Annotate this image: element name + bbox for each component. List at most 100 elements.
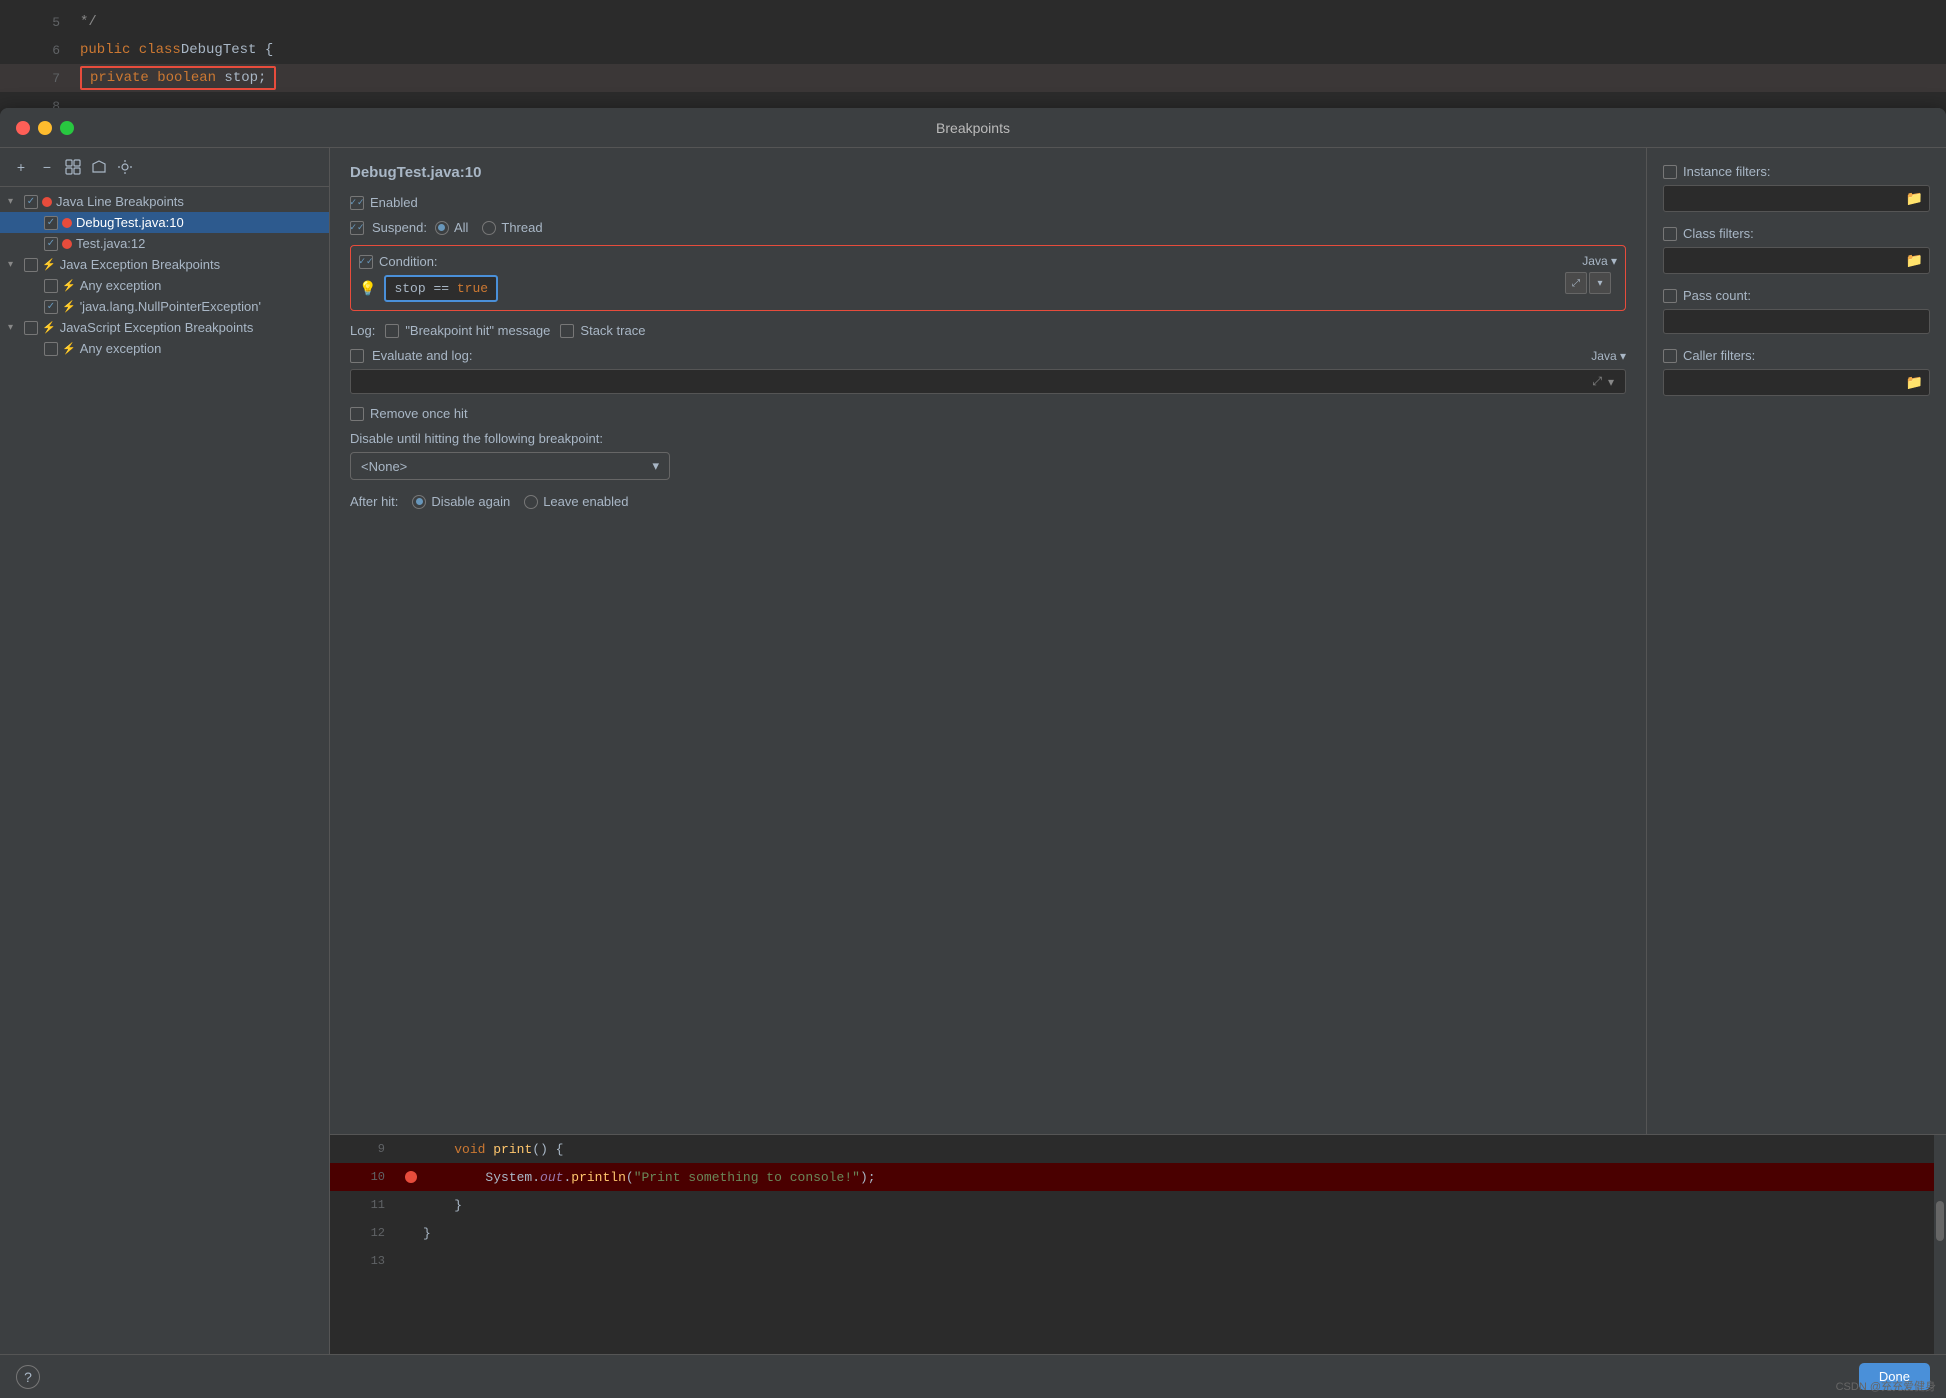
settings-button[interactable] (114, 156, 136, 178)
after-disable-label[interactable]: Disable again (412, 494, 510, 509)
test-12-checkbox[interactable]: ✓ (44, 237, 58, 251)
condition-input-row: 💡 stop == true ⤢ ▾ (359, 275, 1617, 302)
any-exception-js-item[interactable]: ⚡ Any exception (0, 338, 329, 359)
eval-checkbox[interactable] (350, 349, 364, 363)
group-breakpoints-button[interactable] (62, 156, 84, 178)
any-exception-js-checkbox[interactable] (44, 342, 58, 356)
remove-once-row: Remove once hit (350, 406, 1626, 421)
log-message-check[interactable]: "Breakpoint hit" message (385, 323, 550, 338)
instance-filter-folder-button[interactable]: 📁 (1906, 190, 1923, 207)
eval-dropdown-button[interactable]: ▾ (1605, 375, 1617, 389)
code-scrollbar[interactable] (1934, 1135, 1946, 1354)
remove-breakpoint-button[interactable]: − (36, 156, 58, 178)
disable-label: Disable until hitting the following brea… (350, 431, 1626, 446)
suspend-thread-radio[interactable] (482, 221, 496, 235)
main-layout: + − (0, 148, 1946, 1354)
suspend-radio-group: All Thread (435, 220, 543, 235)
log-stack-checkbox[interactable] (560, 324, 574, 338)
instance-filter-input[interactable] (1670, 191, 1906, 206)
java-exception-group-checkbox[interactable] (24, 258, 38, 272)
instance-filter-checkbox[interactable] (1663, 165, 1677, 179)
traffic-lights (16, 121, 74, 135)
caller-filter-group: Caller filters: 📁 (1663, 348, 1930, 396)
class-filter-checkbox[interactable] (1663, 227, 1677, 241)
eval-expand-button[interactable]: ⤢ (1589, 374, 1605, 389)
left-panel: + − (0, 148, 330, 1354)
class-filter-folder-button[interactable]: 📁 (1906, 252, 1923, 269)
condition-label: Condition: (379, 254, 438, 269)
java-line-group-item[interactable]: ▾ ✓ Java Line Breakpoints (0, 191, 329, 212)
caller-filter-checkbox[interactable] (1663, 349, 1677, 363)
condition-java-button[interactable]: Java ▾ (1582, 254, 1617, 268)
help-button[interactable]: ? (16, 1365, 40, 1389)
remove-once-check[interactable]: Remove once hit (350, 406, 468, 421)
caller-filter-input[interactable] (1670, 375, 1906, 390)
close-button[interactable] (16, 121, 30, 135)
minimize-button[interactable] (38, 121, 52, 135)
suspend-all-label[interactable]: All (435, 220, 468, 235)
class-filter-input-row: 📁 (1663, 247, 1930, 274)
nullpointer-item[interactable]: ✓ ⚡ 'java.lang.NullPointerException' (0, 296, 329, 317)
title-bar: Breakpoints (0, 108, 1946, 148)
caller-filter-folder-button[interactable]: 📁 (1906, 374, 1923, 391)
disable-select[interactable]: <None> ▾ (350, 452, 670, 480)
log-message-checkbox[interactable] (385, 324, 399, 338)
breakpoint-marker-10 (405, 1171, 417, 1183)
debugtest-10-item[interactable]: ✓ DebugTest.java:10 (0, 212, 329, 233)
debugtest-10-checkbox[interactable]: ✓ (44, 216, 58, 230)
java-exception-group-item[interactable]: ▾ ⚡ Java Exception Breakpoints (0, 254, 329, 275)
add-breakpoint-button[interactable]: + (10, 156, 32, 178)
after-leave-label[interactable]: Leave enabled (524, 494, 628, 509)
enabled-check-label[interactable]: ✓ Enabled (350, 195, 418, 210)
suspend-all-radio[interactable] (435, 221, 449, 235)
settings-panel: DebugTest.java:10 ✓ Enabled ✓ Suspend: (330, 148, 1646, 1134)
java-line-group-checkbox[interactable]: ✓ (24, 195, 38, 209)
any-exception-java-checkbox[interactable] (44, 279, 58, 293)
java-line-group-label: Java Line Breakpoints (56, 194, 184, 209)
pass-count-input[interactable] (1670, 314, 1923, 329)
code-line-13: 13 (330, 1247, 1946, 1275)
eval-label: Evaluate and log: (372, 348, 472, 363)
code-line-12: 12 } (330, 1219, 1946, 1247)
js-exception-group-checkbox[interactable] (24, 321, 38, 335)
condition-checkbox[interactable]: ✓ (359, 255, 373, 269)
after-leave-radio[interactable] (524, 495, 538, 509)
test-12-dot (62, 239, 72, 249)
class-filter-input[interactable] (1670, 253, 1906, 268)
js-exception-group-item[interactable]: ▾ ⚡ JavaScript Exception Breakpoints (0, 317, 329, 338)
log-message-label: "Breakpoint hit" message (405, 323, 550, 338)
any-exception-js-lightning: ⚡ (62, 342, 76, 355)
nullpointer-checkbox[interactable]: ✓ (44, 300, 58, 314)
any-exception-java-lightning: ⚡ (62, 279, 76, 292)
suspend-checkbox[interactable]: ✓ (350, 221, 364, 235)
maximize-button[interactable] (60, 121, 74, 135)
after-disable-radio[interactable] (412, 495, 426, 509)
collapse-arrow: ▾ (8, 196, 24, 207)
filters-panel: Instance filters: 📁 Class filters: (1646, 148, 1946, 1134)
bulb-icon: 💡 (359, 280, 376, 297)
export-breakpoints-button[interactable] (88, 156, 110, 178)
enabled-label: Enabled (370, 195, 418, 210)
dialog-title: Breakpoints (936, 120, 1010, 136)
group-icon (65, 159, 81, 175)
condition-expand-button[interactable]: ⤢ (1565, 272, 1587, 294)
remove-once-checkbox[interactable] (350, 407, 364, 421)
js-exception-lightning: ⚡ (42, 321, 56, 334)
log-stack-check[interactable]: Stack trace (560, 323, 645, 338)
test-12-item[interactable]: ✓ Test.java:12 (0, 233, 329, 254)
enabled-row: ✓ Enabled (350, 195, 1626, 210)
any-exception-java-item[interactable]: ⚡ Any exception (0, 275, 329, 296)
remove-once-label: Remove once hit (370, 406, 468, 421)
bp-detail-title: DebugTest.java:10 (350, 164, 1626, 181)
eval-input-row[interactable]: ⤢ ▾ (350, 369, 1626, 394)
java-line-group-dot (42, 197, 52, 207)
breakpoints-tree[interactable]: ▾ ✓ Java Line Breakpoints ✓ DebugTest.ja… (0, 187, 329, 1354)
pass-count-checkbox[interactable] (1663, 289, 1677, 303)
code-scrollbar-thumb[interactable] (1936, 1201, 1944, 1241)
enabled-checkbox[interactable]: ✓ (350, 196, 364, 210)
suspend-thread-label[interactable]: Thread (482, 220, 542, 235)
eval-input-field[interactable] (359, 374, 1589, 389)
condition-code-display[interactable]: stop == true (384, 275, 498, 302)
eval-java-label: Java ▾ (1591, 349, 1626, 363)
condition-dropdown-button[interactable]: ▾ (1589, 272, 1611, 294)
